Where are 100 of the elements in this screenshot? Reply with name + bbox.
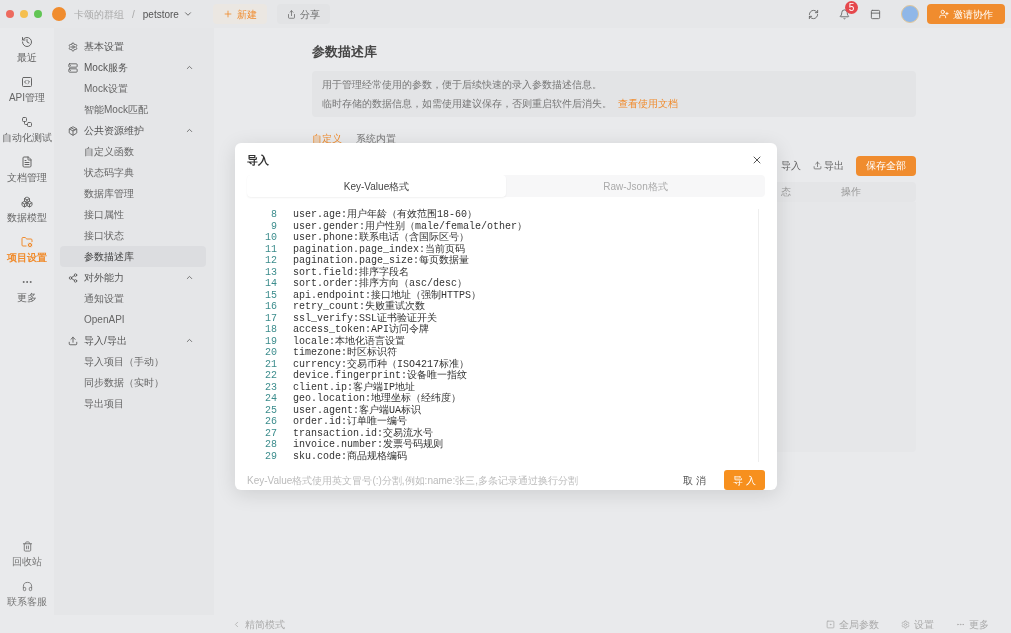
sidebar-item[interactable]: 通知设置 [60, 288, 206, 309]
chevron-up-icon [185, 336, 194, 345]
rail-item[interactable]: 最近 [0, 30, 54, 70]
close-window-icon[interactable] [6, 10, 14, 18]
line-number: 24 [264, 393, 278, 405]
rail-item[interactable]: 自动化测试 [0, 110, 54, 150]
code-line: api.endpoint:接口地址（强制HTTPS） [293, 289, 482, 301]
user-plus-icon [939, 9, 949, 19]
sidebar-group[interactable]: 对外能力 [60, 267, 206, 288]
code-line: transaction.id:交易流水号 [293, 427, 433, 439]
code-line: geo.location:地理坐标（经纬度） [293, 393, 461, 405]
code-line: timezone:时区标识符 [293, 347, 397, 358]
server-icon [68, 62, 78, 73]
line-number: 22 [264, 370, 278, 382]
project-selector[interactable]: petstore [142, 6, 193, 22]
trash-icon [21, 541, 33, 552]
line-number: 19 [264, 335, 278, 347]
code-line: currency:交易币种（ISO4217标准） [293, 358, 469, 370]
rail-item[interactable]: API管理 [0, 70, 54, 110]
code-line: sort.field:排序字段名 [293, 266, 409, 278]
chevron-up-icon [185, 126, 194, 135]
sidebar-item[interactable]: 导出项目 [60, 393, 206, 414]
user-avatar[interactable] [901, 5, 919, 23]
line-number: 20 [264, 347, 278, 359]
line-number: 10 [264, 232, 278, 244]
code-line: pagination.page_size:每页数据量 [293, 255, 470, 267]
share-icon [68, 272, 78, 283]
code-line: user.agent:客户端UA标识 [293, 404, 421, 416]
line-number: 29 [264, 450, 278, 462]
line-number: 25 [264, 404, 278, 416]
line-number: 14 [264, 278, 278, 290]
line-number: 23 [264, 381, 278, 393]
sidebar-group[interactable]: 公共资源维护 [60, 120, 206, 141]
column-header: 态 [781, 185, 791, 199]
code-line: invoice.number:发票号码规则 [293, 439, 443, 450]
cancel-button[interactable]: 取 消 [683, 472, 706, 488]
rail-item[interactable]: 更多 [0, 270, 54, 310]
sidebar-item[interactable]: 智能Mock匹配 [60, 99, 206, 120]
boxes-icon [21, 195, 33, 208]
settings-icon [901, 619, 910, 629]
line-number: 26 [264, 416, 278, 428]
sidebar-item[interactable]: 参数描述库 [60, 246, 206, 267]
team-logo-icon [52, 7, 66, 21]
sidebar-item[interactable]: 接口状态 [60, 225, 206, 246]
document-icon [21, 155, 33, 168]
panel-icon[interactable] [870, 8, 881, 20]
upload-icon [68, 335, 78, 346]
breadcrumb-separator: / [132, 7, 135, 22]
line-number: 15 [264, 289, 278, 301]
rail-item[interactable]: 回收站 [0, 535, 54, 575]
sidebar-item[interactable]: 导入项目（手动） [60, 351, 206, 372]
refresh-icon[interactable] [808, 8, 819, 20]
chevron-up-icon [185, 63, 194, 72]
code-line: ssl_verify:SSL证书验证开关 [293, 312, 437, 324]
code-line: sort.order:排序方向（asc/desc） [293, 278, 468, 289]
share-button[interactable]: 分享 [276, 4, 330, 24]
sidebar-item[interactable]: Mock设置 [60, 78, 206, 99]
info-text: 临时存储的数据信息，如需使用建议保存，否则重启软件后消失。 [322, 96, 612, 111]
sidebar-item[interactable]: 自定义函数 [60, 141, 206, 162]
sidebar-group[interactable]: Mock服务 [60, 57, 206, 78]
rail-item[interactable]: 数据模型 [0, 190, 54, 230]
sidebar-item[interactable]: 接口属性 [60, 204, 206, 225]
line-number: 11 [264, 243, 278, 255]
clock-icon [21, 35, 33, 48]
line-number: 13 [264, 266, 278, 278]
import-button[interactable]: 导入 [781, 158, 801, 173]
line-number: 12 [264, 255, 278, 267]
code-line: user.age:用户年龄（有效范围18-60） [293, 209, 477, 220]
sidebar-item[interactable]: 状态码字典 [60, 162, 206, 183]
line-number: 28 [264, 439, 278, 451]
code-line: locale:本地化语言设置 [293, 335, 405, 347]
upload-icon [813, 161, 822, 170]
sidebar-item[interactable]: 同步数据（实时） [60, 372, 206, 393]
page-tab[interactable]: 系统内置 [356, 130, 396, 146]
sidebar-group[interactable]: 导入/导出 [60, 330, 206, 351]
package-icon [68, 125, 78, 136]
code-line: client.ip:客户端IP地址 [293, 381, 415, 393]
rail-item[interactable]: 文档管理 [0, 150, 54, 190]
line-number: 16 [264, 301, 278, 313]
code-icon [21, 75, 33, 88]
maximize-window-icon[interactable] [34, 10, 42, 18]
chevron-down-icon [182, 9, 193, 19]
sidebar-item[interactable]: OpenAPI [60, 309, 206, 330]
line-number: 18 [264, 324, 278, 336]
code-line: user.phone:联系电话（含国际区号） [293, 232, 469, 244]
export-button[interactable]: 导出 [813, 158, 844, 173]
code-line: access_token:API访问令牌 [293, 324, 429, 335]
code-line: pagination.page_index:当前页码 [293, 243, 466, 255]
bell-icon[interactable] [839, 8, 850, 20]
info-text: 用于管理经常使用的参数，便于后续快速的录入参数描述信息。 [322, 77, 602, 92]
line-number: 9 [270, 220, 278, 232]
close-icon[interactable] [751, 154, 763, 166]
sidebar-group[interactable]: 基本设置 [60, 36, 206, 57]
chevron-up-icon [185, 273, 194, 282]
line-number: 21 [264, 358, 278, 370]
rail-item[interactable]: 联系客服 [0, 575, 54, 615]
dialog-title: 导入 [247, 152, 270, 168]
format-tab[interactable]: Key-Value格式 [247, 175, 506, 197]
sidebar-item[interactable]: 数据库管理 [60, 183, 206, 204]
headphones-icon [21, 581, 33, 592]
